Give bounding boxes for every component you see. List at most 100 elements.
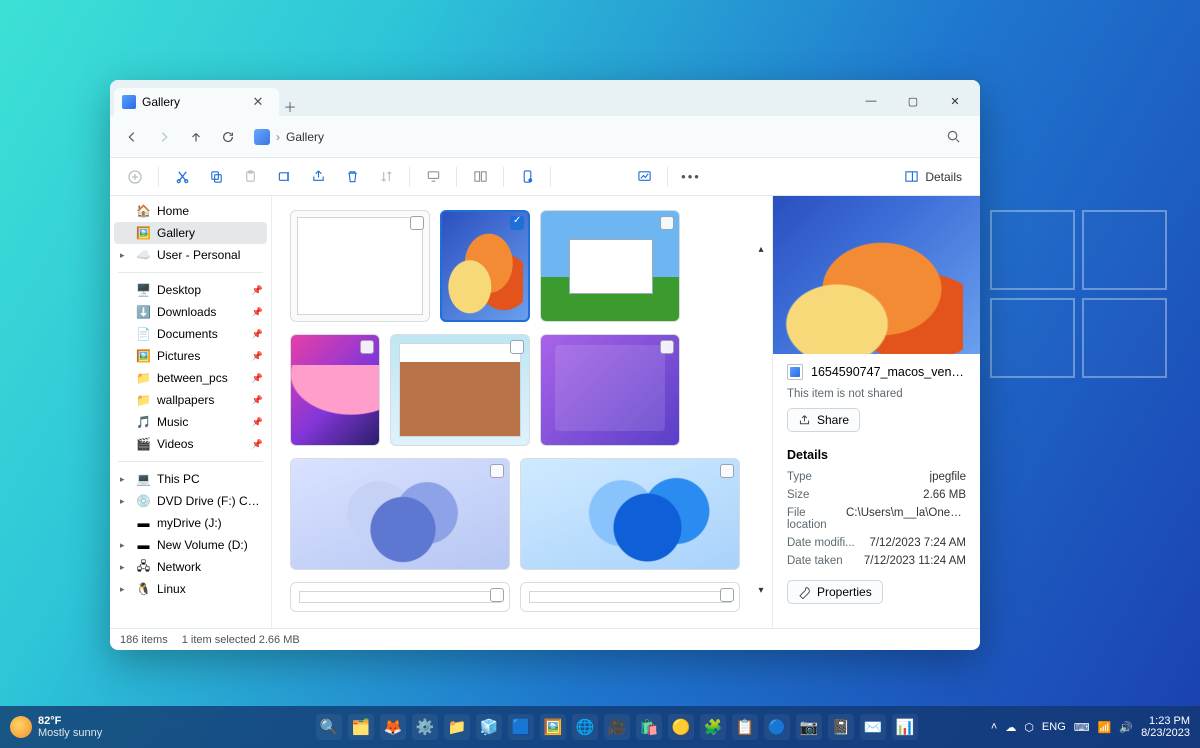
gallery-thumbnail[interactable] bbox=[540, 334, 680, 446]
nav-back-button[interactable] bbox=[120, 125, 144, 149]
taskbar-app-icon[interactable]: 🖼️ bbox=[540, 714, 566, 740]
phone-link-button[interactable] bbox=[512, 162, 542, 192]
nav-forward-button[interactable] bbox=[152, 125, 176, 149]
thumbnail-checkbox[interactable] bbox=[720, 588, 734, 602]
gallery-thumbnail[interactable] bbox=[540, 210, 680, 322]
sidebar-item-documents[interactable]: 📄 Documents📌 bbox=[110, 323, 271, 345]
gallery-thumbnail[interactable] bbox=[290, 458, 510, 570]
close-window-button[interactable]: ✕ bbox=[934, 86, 976, 116]
tray-onedrive-icon[interactable]: ☁ bbox=[1005, 721, 1016, 734]
taskbar-search-button[interactable]: 🔍 bbox=[316, 714, 342, 740]
chevron-right-icon[interactable]: ▸ bbox=[120, 474, 130, 485]
taskbar-app-icon[interactable]: 📓 bbox=[828, 714, 854, 740]
taskbar-app-icon[interactable]: ⚙️ bbox=[412, 714, 438, 740]
tray-language[interactable]: ENG bbox=[1042, 721, 1066, 733]
view-monitor-button[interactable] bbox=[418, 162, 448, 192]
taskbar-app-icon[interactable]: 📷 bbox=[796, 714, 822, 740]
thumbnail-checkbox[interactable] bbox=[720, 464, 734, 478]
search-button[interactable] bbox=[946, 129, 970, 144]
sidebar-item-user-personal[interactable]: ▸☁️ User - Personal bbox=[110, 244, 271, 266]
tray-chevron-icon[interactable]: ˄ bbox=[991, 721, 997, 733]
sidebar-item-home[interactable]: 🏠 Home bbox=[110, 200, 271, 222]
thumbnail-checkbox[interactable] bbox=[490, 588, 504, 602]
sidebar-item-network[interactable]: ▸🖧 Network bbox=[110, 556, 271, 578]
taskbar-app-icon[interactable]: 🔵 bbox=[764, 714, 790, 740]
thumbnail-checkbox[interactable] bbox=[360, 340, 374, 354]
taskbar-app-icon[interactable]: 🧊 bbox=[476, 714, 502, 740]
taskbar-app-icon[interactable]: 📋 bbox=[732, 714, 758, 740]
rename-button[interactable] bbox=[269, 162, 299, 192]
share-button[interactable]: Share bbox=[787, 408, 860, 432]
chevron-right-icon[interactable]: ▸ bbox=[120, 250, 130, 261]
set-background-button[interactable] bbox=[629, 162, 659, 192]
taskbar-app-icon[interactable]: 🎥 bbox=[604, 714, 630, 740]
share-button[interactable] bbox=[303, 162, 333, 192]
tray-wifi-icon[interactable]: 📶 bbox=[1098, 721, 1112, 734]
sort-button[interactable] bbox=[371, 162, 401, 192]
gallery-thumbnail[interactable] bbox=[520, 582, 740, 612]
tray-clock[interactable]: 1:23 PM 8/23/2023 bbox=[1141, 715, 1190, 739]
group-collapse-up-icon[interactable]: ▴ bbox=[758, 244, 763, 255]
chevron-right-icon[interactable]: ▸ bbox=[120, 540, 130, 551]
sidebar-item-dvd-drive[interactable]: ▸💿 DVD Drive (F:) CCCOMA_X64FRE_E bbox=[110, 490, 271, 512]
copy-button[interactable] bbox=[201, 162, 231, 192]
nav-refresh-button[interactable] bbox=[216, 125, 240, 149]
chevron-right-icon[interactable]: ▸ bbox=[120, 584, 130, 595]
sidebar-item-videos[interactable]: 🎬 Videos📌 bbox=[110, 433, 271, 455]
gallery-thumbnail[interactable] bbox=[390, 334, 530, 446]
group-collapse-down-icon[interactable]: ▾ bbox=[758, 585, 763, 596]
tray-keyboard-icon[interactable]: ⌨ bbox=[1074, 721, 1090, 734]
minimize-button[interactable]: ― bbox=[850, 86, 892, 116]
properties-button[interactable]: Properties bbox=[787, 580, 883, 604]
details-pane-toggle[interactable]: Details bbox=[896, 165, 970, 188]
taskbar-app-icon[interactable]: 🧩 bbox=[700, 714, 726, 740]
paste-button[interactable] bbox=[235, 162, 265, 192]
view-list-button[interactable] bbox=[465, 162, 495, 192]
sidebar-item-pictures[interactable]: 🖼️ Pictures📌 bbox=[110, 345, 271, 367]
gallery-thumbnail[interactable] bbox=[290, 210, 430, 322]
thumbnail-checkbox[interactable] bbox=[510, 216, 524, 230]
tray-bluetooth-icon[interactable]: ⬡ bbox=[1024, 721, 1034, 734]
sidebar-item-gallery[interactable]: 🖼️ Gallery bbox=[114, 222, 267, 244]
close-tab-icon[interactable]: ✕ bbox=[247, 94, 269, 110]
taskbar-chrome[interactable]: 🟡 bbox=[668, 714, 694, 740]
taskbar-edge[interactable]: 🌐 bbox=[572, 714, 598, 740]
sidebar-item-music[interactable]: 🎵 Music📌 bbox=[110, 411, 271, 433]
taskbar-weather-widget[interactable]: 82°F Mostly sunny bbox=[10, 715, 102, 739]
new-tab-button[interactable]: ＋ bbox=[279, 97, 301, 116]
thumbnail-checkbox[interactable] bbox=[660, 340, 674, 354]
gallery-thumbnail-selected[interactable] bbox=[440, 210, 530, 322]
chevron-right-icon[interactable]: ▸ bbox=[120, 562, 130, 573]
sidebar-item-mydrive[interactable]: ▬ myDrive (J:) bbox=[110, 512, 271, 534]
tray-volume-icon[interactable]: 🔊 bbox=[1119, 721, 1133, 734]
sidebar-item-linux[interactable]: ▸🐧 Linux bbox=[110, 578, 271, 600]
sidebar-item-new-volume[interactable]: ▸▬ New Volume (D:) bbox=[110, 534, 271, 556]
thumbnail-checkbox[interactable] bbox=[410, 216, 424, 230]
more-options-button[interactable]: ••• bbox=[676, 162, 706, 192]
thumbnail-checkbox[interactable] bbox=[490, 464, 504, 478]
gallery-thumbnail[interactable] bbox=[290, 582, 510, 612]
breadcrumb[interactable]: › Gallery bbox=[254, 129, 324, 145]
nav-up-button[interactable] bbox=[184, 125, 208, 149]
thumbnail-checkbox[interactable] bbox=[510, 340, 524, 354]
cut-button[interactable] bbox=[167, 162, 197, 192]
sidebar-item-wallpapers[interactable]: 📁 wallpapers📌 bbox=[110, 389, 271, 411]
maximize-button[interactable]: ▢ bbox=[892, 86, 934, 116]
sidebar-item-downloads[interactable]: ⬇️ Downloads📌 bbox=[110, 301, 271, 323]
gallery-thumbnail[interactable] bbox=[520, 458, 740, 570]
taskbar-app-icon[interactable]: ✉️ bbox=[860, 714, 886, 740]
tab-gallery[interactable]: Gallery ✕ bbox=[114, 88, 279, 116]
taskbar-task-view[interactable]: 🗂️ bbox=[348, 714, 374, 740]
taskbar-app-icon[interactable]: 🦊 bbox=[380, 714, 406, 740]
gallery-thumbnail[interactable] bbox=[290, 334, 380, 446]
taskbar-app-icon[interactable]: 🟦 bbox=[508, 714, 534, 740]
taskbar-file-explorer[interactable]: 📁 bbox=[444, 714, 470, 740]
taskbar-app-icon[interactable]: 🛍️ bbox=[636, 714, 662, 740]
taskbar-app-icon[interactable]: 📊 bbox=[892, 714, 918, 740]
sidebar-item-desktop[interactable]: 🖥️ Desktop📌 bbox=[110, 279, 271, 301]
delete-button[interactable] bbox=[337, 162, 367, 192]
thumbnail-checkbox[interactable] bbox=[660, 216, 674, 230]
sidebar-item-this-pc[interactable]: ▸💻 This PC bbox=[110, 468, 271, 490]
new-item-button[interactable] bbox=[120, 162, 150, 192]
sidebar-item-between-pcs[interactable]: 📁 between_pcs📌 bbox=[110, 367, 271, 389]
